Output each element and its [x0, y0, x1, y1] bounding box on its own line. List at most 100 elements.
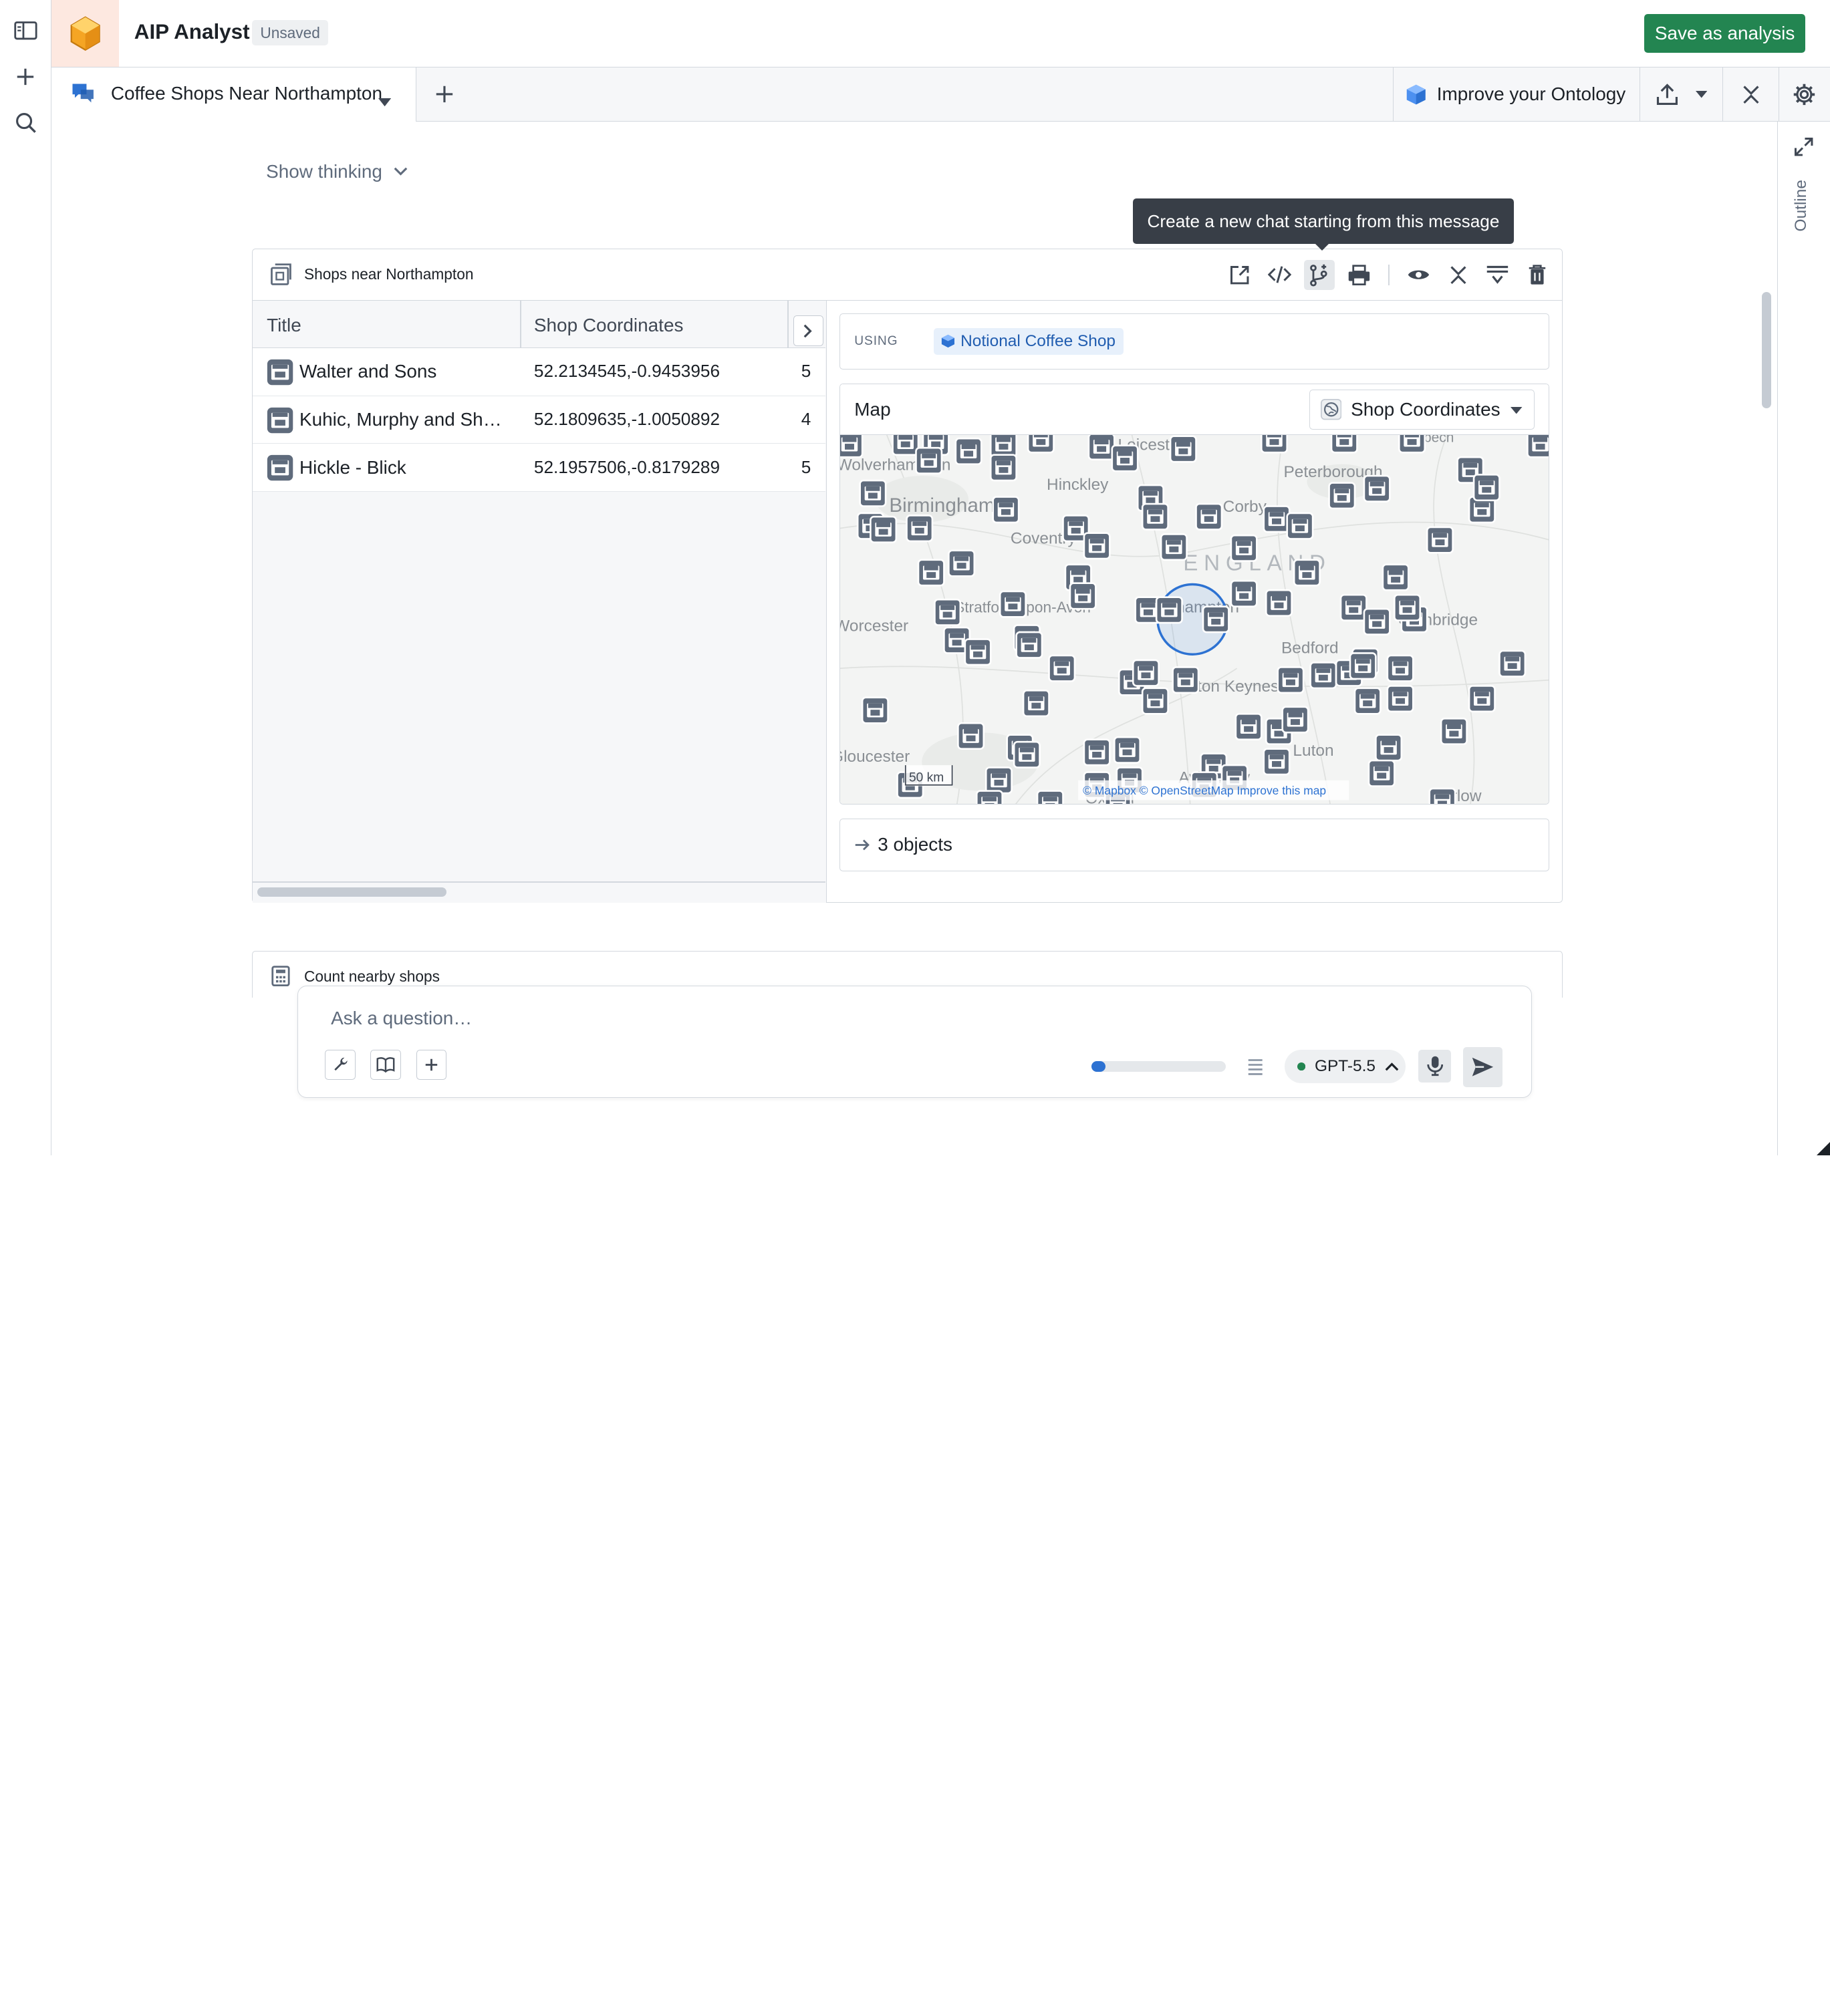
visibility-button[interactable]: [1404, 260, 1434, 290]
save-as-analysis-button[interactable]: Save as analysis: [1644, 13, 1806, 53]
shop-marker-icon[interactable]: [1349, 652, 1378, 680]
send-button[interactable]: [1462, 1047, 1503, 1087]
settings-button[interactable]: [1778, 67, 1830, 122]
shop-marker-icon[interactable]: [1386, 685, 1414, 713]
shop-marker-icon[interactable]: [1170, 435, 1198, 463]
map-canvas[interactable]: Wolverhampton Birmingham Hinckley Leices…: [840, 435, 1549, 804]
resize-corner[interactable]: [1816, 1141, 1830, 1155]
shop-marker-icon[interactable]: [999, 591, 1027, 619]
column-divider[interactable]: [519, 300, 521, 349]
shop-marker-icon[interactable]: [1426, 527, 1454, 555]
shop-marker-icon[interactable]: [1132, 660, 1160, 688]
shop-marker-icon[interactable]: [1331, 435, 1359, 454]
show-thinking-toggle[interactable]: Show thinking: [266, 161, 408, 182]
shop-marker-icon[interactable]: [862, 697, 890, 725]
shop-marker-icon[interactable]: [1382, 563, 1410, 592]
delete-button[interactable]: [1523, 260, 1553, 290]
shop-marker-icon[interactable]: [1087, 435, 1116, 461]
shop-marker-icon[interactable]: [1309, 662, 1337, 690]
shop-marker-icon[interactable]: [1083, 532, 1111, 560]
caret-down-icon[interactable]: [378, 90, 391, 111]
shop-marker-icon[interactable]: [1230, 580, 1258, 608]
shop-marker-icon[interactable]: [954, 438, 983, 466]
collapse-all-button[interactable]: [1722, 67, 1779, 122]
shop-marker-icon[interactable]: [1195, 503, 1223, 531]
expand-table-button[interactable]: [793, 315, 823, 346]
shop-marker-icon[interactable]: [1286, 513, 1314, 541]
ask-question-input[interactable]: [331, 1007, 1031, 1029]
content-scrollbar[interactable]: [1762, 291, 1772, 409]
expand-panel-icon[interactable]: [1793, 136, 1814, 162]
shop-marker-icon[interactable]: [957, 722, 985, 750]
filter-button[interactable]: [1482, 260, 1513, 290]
export-button[interactable]: [1640, 67, 1722, 122]
objects-summary[interactable]: 3 objects: [839, 818, 1549, 871]
shop-marker-icon[interactable]: [1111, 444, 1139, 472]
shop-marker-icon[interactable]: [892, 435, 920, 456]
object-type-tag[interactable]: Notional Coffee Shop: [934, 327, 1124, 355]
shop-marker-icon[interactable]: [1160, 533, 1188, 561]
shop-marker-icon[interactable]: [934, 599, 962, 627]
shop-marker-icon[interactable]: [1468, 685, 1496, 713]
shop-marker-icon[interactable]: [992, 496, 1020, 524]
shop-marker-icon[interactable]: [1265, 589, 1293, 617]
shop-marker-icon[interactable]: [906, 515, 934, 543]
shop-marker-icon[interactable]: [1363, 475, 1392, 503]
table-horizontal-scrollbar[interactable]: [257, 887, 446, 897]
context-button[interactable]: [370, 1049, 401, 1081]
shop-marker-icon[interactable]: [1083, 738, 1111, 766]
shop-marker-icon[interactable]: [1328, 482, 1356, 510]
shop-marker-icon[interactable]: [1263, 505, 1291, 533]
shop-marker-icon[interactable]: [985, 766, 1013, 795]
shop-marker-icon[interactable]: [1394, 594, 1422, 622]
shop-marker-icon[interactable]: [1027, 435, 1055, 454]
shop-marker-icon[interactable]: [1048, 655, 1076, 683]
add-attachment-button[interactable]: [416, 1049, 446, 1081]
branch-chat-button[interactable]: [1304, 259, 1335, 290]
shop-marker-icon[interactable]: [1354, 688, 1382, 716]
shop-marker-icon[interactable]: [1386, 655, 1414, 683]
outline-label[interactable]: Outline: [1792, 180, 1811, 231]
shop-marker-icon[interactable]: [1527, 435, 1549, 458]
shop-marker-icon[interactable]: [1440, 718, 1468, 746]
model-selector[interactable]: GPT-5.5: [1284, 1049, 1406, 1084]
shop-marker-icon[interactable]: [1293, 559, 1321, 587]
shop-marker-icon[interactable]: [1363, 608, 1392, 636]
shop-marker-icon[interactable]: [990, 435, 1018, 458]
shop-marker-icon[interactable]: [870, 516, 898, 544]
column-header-title[interactable]: Title: [267, 315, 301, 336]
add-tab-button[interactable]: [432, 82, 457, 107]
shop-marker-icon[interactable]: [1202, 605, 1230, 633]
shop-marker-icon[interactable]: [1015, 631, 1043, 660]
shop-marker-icon[interactable]: [976, 790, 1004, 805]
tab-coffee-shops[interactable]: Coffee Shops Near Northampton: [51, 67, 417, 122]
shop-marker-icon[interactable]: [1142, 688, 1170, 716]
shop-marker-icon[interactable]: [1037, 790, 1065, 805]
stack-icon[interactable]: [1247, 1058, 1263, 1081]
table-row[interactable]: Walter and Sons 52.2134545,-0.9453956 5: [253, 348, 826, 396]
shop-marker-icon[interactable]: [1230, 535, 1258, 563]
collapse-card-button[interactable]: [1443, 260, 1473, 290]
open-external-button[interactable]: [1225, 260, 1255, 290]
improve-ontology-button[interactable]: Improve your Ontology: [1393, 67, 1640, 122]
shop-marker-icon[interactable]: [1398, 435, 1426, 454]
shop-marker-icon[interactable]: [1340, 594, 1368, 622]
microphone-button[interactable]: [1418, 1049, 1452, 1083]
shop-marker-icon[interactable]: [1114, 736, 1142, 764]
column-divider[interactable]: [787, 300, 789, 349]
shop-marker-icon[interactable]: [1367, 760, 1396, 788]
shop-marker-icon[interactable]: [990, 454, 1018, 482]
shop-marker-icon[interactable]: [1473, 474, 1501, 502]
shop-marker-icon[interactable]: [1069, 582, 1097, 610]
shop-marker-icon[interactable]: [918, 559, 946, 587]
sidebar-toggle-icon[interactable]: [11, 16, 39, 44]
shop-marker-icon[interactable]: [915, 447, 943, 475]
shop-marker-icon[interactable]: [1498, 650, 1527, 678]
tools-button[interactable]: [325, 1049, 356, 1081]
shop-marker-icon[interactable]: [1263, 748, 1291, 776]
search-icon[interactable]: [11, 108, 39, 136]
table-row[interactable]: Hickle - Blick 52.1957506,-0.8179289 5: [253, 444, 826, 492]
new-chat-icon[interactable]: [11, 63, 39, 91]
shop-marker-icon[interactable]: [1277, 666, 1305, 694]
shop-marker-icon[interactable]: [948, 550, 976, 578]
